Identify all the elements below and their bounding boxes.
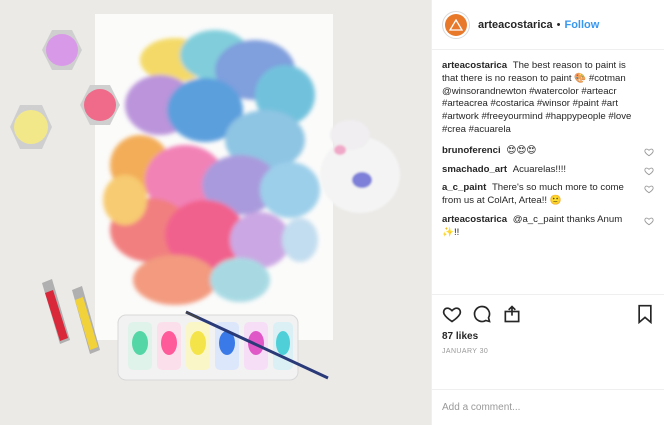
comment: a_c_paint There's so much more to come f… xyxy=(442,182,654,208)
comment-username[interactable]: arteacostarica xyxy=(442,214,510,225)
comment-like-heart-icon[interactable] xyxy=(644,216,654,226)
post-header: arteacostarica • Follow xyxy=(432,0,664,50)
post-date: JANUARY 30 xyxy=(442,348,489,355)
comments-list: arteacostarica The best reason to paint … xyxy=(432,50,664,294)
post-photo[interactable] xyxy=(0,0,431,425)
avatar[interactable] xyxy=(442,10,470,39)
comment-like-heart-icon[interactable] xyxy=(644,166,654,176)
avatar-logo-icon xyxy=(445,13,467,36)
follow-button[interactable]: Follow xyxy=(564,19,599,31)
comment-icon[interactable] xyxy=(472,304,492,324)
comment-username[interactable]: a_c_paint xyxy=(442,182,489,193)
comment-username[interactable]: brunoferenci xyxy=(442,145,503,156)
header-separator: • xyxy=(556,18,561,31)
artea-logo-icon xyxy=(449,18,463,31)
header-username[interactable]: arteacostarica xyxy=(478,19,553,31)
watercolor-image xyxy=(0,0,431,425)
comment-text: 😍😍😍 xyxy=(506,144,537,156)
action-icons xyxy=(442,301,654,327)
comment-text: Acuarelas!!!! xyxy=(512,163,567,175)
caption-username[interactable]: arteacostarica xyxy=(442,60,510,71)
comment: smachado_art Acuarelas!!!! xyxy=(442,164,654,177)
comment-username[interactable]: smachado_art xyxy=(442,164,510,175)
comment-like-heart-icon[interactable] xyxy=(644,147,654,157)
share-icon[interactable] xyxy=(502,304,522,324)
comment-like-heart-icon[interactable] xyxy=(644,184,654,194)
comment: arteacostarica @a_c_paint thanks Anum ✨!… xyxy=(442,214,654,240)
instagram-post: arteacostarica • Follow arteacostarica T… xyxy=(0,0,664,425)
likes-count[interactable]: 87 likes xyxy=(442,331,654,342)
add-comment-input[interactable]: Add a comment... xyxy=(432,389,664,425)
post-sidebar: arteacostarica • Follow arteacostarica T… xyxy=(431,0,664,425)
heart-icon[interactable] xyxy=(442,304,462,324)
bookmark-icon[interactable] xyxy=(636,304,654,324)
caption-text: The best reason to paint is that there i… xyxy=(442,60,632,135)
post-actions: 87 likes JANUARY 30 xyxy=(432,294,664,389)
comment: brunoferenci 😍😍😍 xyxy=(442,145,654,158)
caption: arteacostarica The best reason to paint … xyxy=(442,60,654,137)
